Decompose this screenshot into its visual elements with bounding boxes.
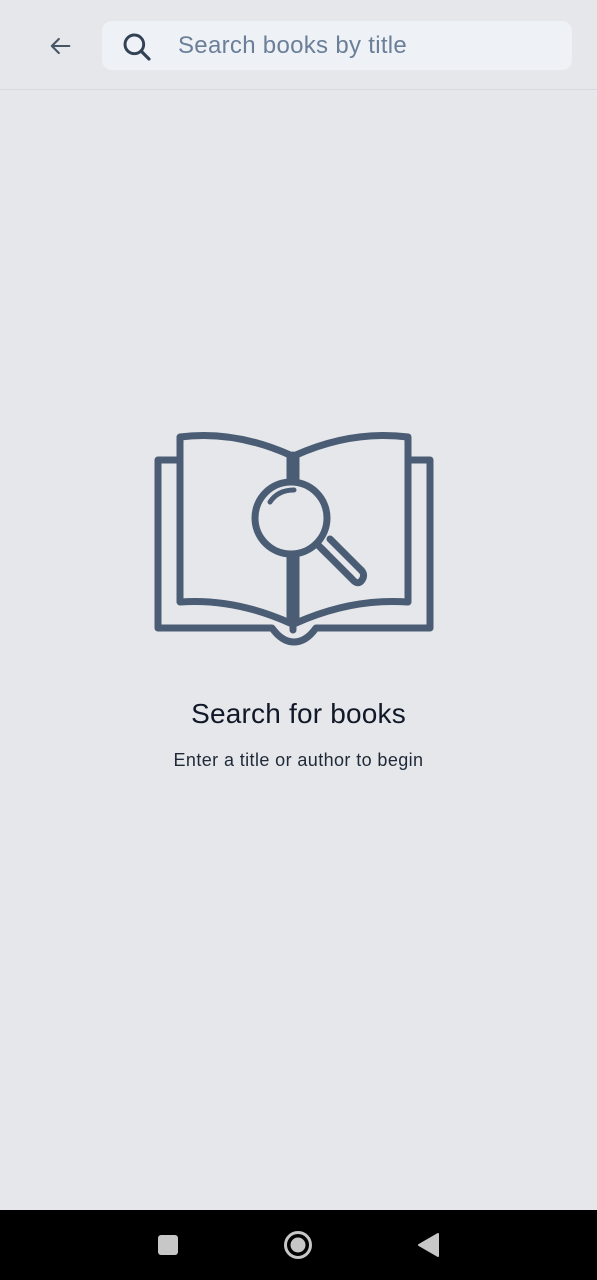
search-bar[interactable] bbox=[102, 21, 572, 70]
home-button[interactable] bbox=[278, 1228, 318, 1262]
top-app-bar bbox=[0, 0, 597, 90]
book-search-screen: Search for books Enter a title or author… bbox=[0, 0, 597, 1280]
recents-button[interactable] bbox=[148, 1228, 188, 1262]
system-navigation-bar bbox=[0, 1210, 597, 1280]
arrow-left-icon bbox=[50, 37, 71, 55]
circle-home-icon bbox=[284, 1231, 312, 1259]
triangle-back-icon bbox=[418, 1233, 439, 1257]
search-icon bbox=[121, 31, 153, 63]
search-input[interactable] bbox=[178, 21, 558, 70]
open-book-magnifier-icon bbox=[154, 432, 433, 646]
square-recents-icon bbox=[158, 1235, 178, 1255]
system-back-button[interactable] bbox=[408, 1228, 448, 1262]
empty-state: Search for books Enter a title or author… bbox=[0, 420, 597, 771]
empty-state-subtitle: Enter a title or author to begin bbox=[173, 750, 424, 770]
empty-state-title: Search for books bbox=[191, 698, 406, 729]
back-button[interactable] bbox=[38, 26, 82, 66]
